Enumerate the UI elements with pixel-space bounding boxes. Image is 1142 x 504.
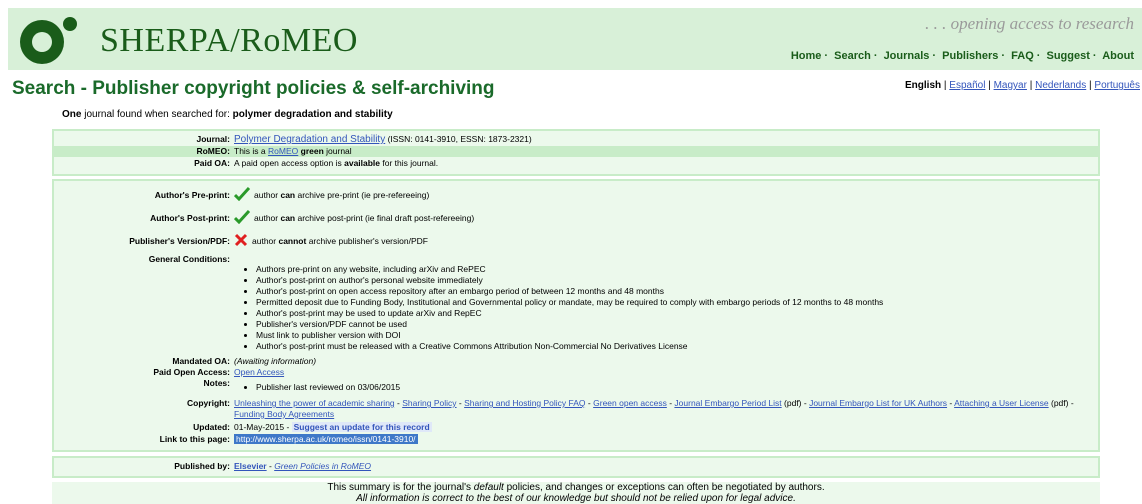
list-item: Publisher last reviewed on 03/06/2015 <box>256 382 1098 393</box>
green-policies-link[interactable]: Green Policies in RoMEO <box>274 461 371 471</box>
published-by-row: Published by: Elsevier - Green Policies … <box>174 461 372 471</box>
tagline: . . . opening access to research <box>925 14 1134 33</box>
language-pt[interactable]: Português <box>1094 80 1140 91</box>
publisher-box: Published by: Elsevier - Green Policies … <box>52 456 1100 478</box>
suggest-update-link[interactable]: Suggest an update for this record <box>291 422 432 432</box>
disclaimer: This summary is for the journal's defaul… <box>52 482 1100 504</box>
copyright-link[interactable]: Sharing Policy <box>402 398 456 408</box>
journal-title-link[interactable]: Polymer Degradation and Stability <box>234 134 385 145</box>
result-summary: One journal found when searched for: pol… <box>62 109 393 120</box>
publisher-version-row: Publisher's Version/PDF: author cannot a… <box>54 233 1098 250</box>
romeo-row: RoMEO: This is a RoMEO green journal <box>54 146 1098 157</box>
link-to-page-row: Link to this page: http://www.sherpa.ac.… <box>159 434 418 444</box>
check-icon <box>233 209 251 227</box>
preprint-row: Author's Pre-print: author can archive p… <box>54 186 1098 204</box>
page-title: Search - Publisher copyright policies & … <box>12 78 495 99</box>
copyright-link[interactable]: Journal Embargo Period List <box>674 398 781 408</box>
sherpa-logo-icon[interactable] <box>12 14 96 71</box>
logo-text[interactable]: SHERPA/RoMEO <box>100 22 358 60</box>
open-access-link[interactable]: Open Access <box>234 367 284 377</box>
list-item: Must link to publisher version with DOI <box>256 330 1098 341</box>
result-count: One <box>62 109 82 120</box>
list-item: Author's post-print must be released wit… <box>256 341 1098 352</box>
search-query: polymer degradation and stability <box>232 109 393 120</box>
cross-icon <box>234 233 248 250</box>
copyright-link[interactable]: Funding Body Agreements <box>234 409 334 419</box>
nav-suggest[interactable]: Suggest <box>1047 50 1090 62</box>
romeo-color: green <box>300 146 324 156</box>
updated-row: Updated: 01-May-2015 - Suggest an update… <box>193 422 432 432</box>
copyright-row: Copyright: Unleashing the power of acade… <box>187 398 1074 419</box>
copyright-link[interactable]: Journal Embargo List for UK Authors <box>809 398 947 408</box>
list-item: Authors pre-print on any website, includ… <box>256 264 1098 275</box>
policy-box: Author's Pre-print: author can archive p… <box>52 179 1100 452</box>
language-current: English <box>905 80 942 91</box>
notes-row: Notes: Publisher last reviewed on 03/06/… <box>54 378 1098 393</box>
romeo-link[interactable]: RoMEO <box>268 146 298 156</box>
nav-journals[interactable]: Journals <box>884 50 930 62</box>
publisher-link[interactable]: Elsevier <box>234 461 267 471</box>
copyright-link[interactable]: Sharing and Hosting Policy FAQ <box>464 398 585 408</box>
copyright-link[interactable]: Green open access <box>593 398 667 408</box>
nav-home[interactable]: Home <box>791 50 822 62</box>
paid-open-access-row: Paid Open Access: Open Access <box>153 367 285 377</box>
language-es[interactable]: Español <box>949 80 985 91</box>
journal-row: Journal: Polymer Degradation and Stabili… <box>196 134 532 145</box>
site-header: SHERPA/RoMEO . . . opening access to res… <box>8 8 1142 70</box>
journal-info-box: Journal: Polymer Degradation and Stabili… <box>52 129 1100 176</box>
general-conditions-row: General Conditions: Authors pre-print on… <box>54 254 1098 352</box>
list-item: Author's post-print on author's personal… <box>256 275 1098 286</box>
language-selector: English | Español | Magyar | Nederlands … <box>905 80 1140 91</box>
nav-faq[interactable]: FAQ <box>1011 50 1034 62</box>
list-item: Publisher's version/PDF cannot be used <box>256 319 1098 330</box>
permalink[interactable]: http://www.sherpa.ac.uk/romeo/issn/0141-… <box>234 434 418 444</box>
list-item: Author's post-print on open access repos… <box>256 286 1098 297</box>
language-nl[interactable]: Nederlands <box>1035 80 1086 91</box>
journal-issn: (ISSN: 0141-3910, ESSN: 1873-2321) <box>385 134 532 144</box>
check-icon <box>233 186 251 204</box>
language-hu[interactable]: Magyar <box>994 80 1027 91</box>
list-item: Permitted deposit due to Funding Body, I… <box>256 297 1098 308</box>
nav-about[interactable]: About <box>1102 50 1134 62</box>
copyright-link[interactable]: Unleashing the power of academic sharing <box>234 398 395 408</box>
nav-publishers[interactable]: Publishers <box>942 50 998 62</box>
nav-search[interactable]: Search <box>834 50 871 62</box>
mandated-oa-row: Mandated OA: (Awaiting information) <box>172 356 317 366</box>
paid-oa-row: Paid OA: A paid open access option is av… <box>194 158 439 168</box>
top-navigation: Home · Search · Journals · Publishers · FAQ ·… <box>790 50 1134 62</box>
postprint-row: Author's Post-print: author can archive … <box>54 209 1098 227</box>
copyright-link[interactable]: Attaching a User License <box>954 398 1049 408</box>
list-item: Author's post-print may be used to updat… <box>256 308 1098 319</box>
conditions-list: Authors pre-print on any website, includ… <box>234 264 1098 352</box>
